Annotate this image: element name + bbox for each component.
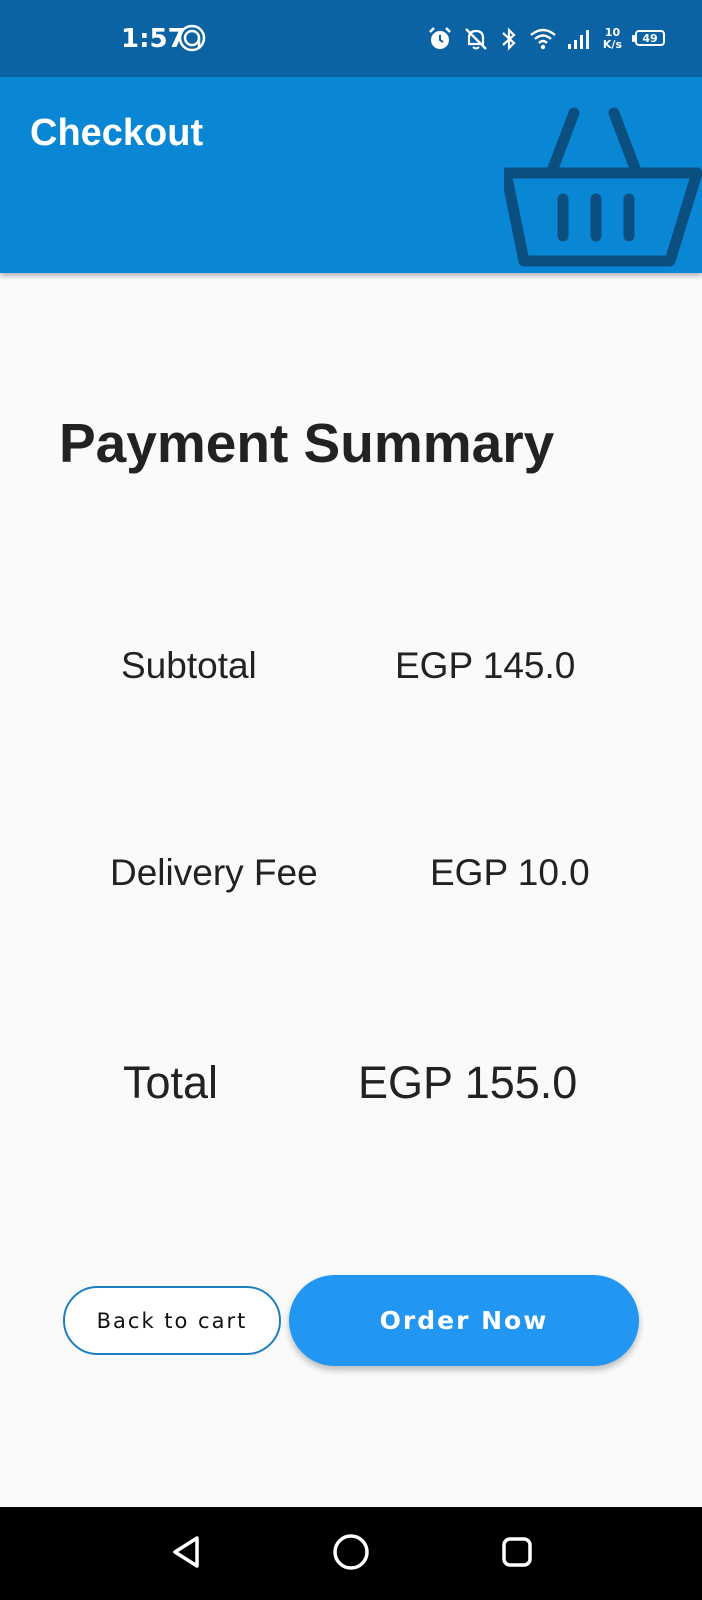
back-to-cart-button[interactable]: Back to cart <box>63 1286 281 1355</box>
battery-icon: 49 <box>632 30 668 48</box>
order-now-button[interactable]: Order Now <box>289 1275 639 1366</box>
page-title: Payment Summary <box>59 412 555 474</box>
subtotal-value: EGP 145.0 <box>395 645 576 686</box>
alarm-icon <box>427 26 453 52</box>
shopping-basket-icon <box>500 91 702 275</box>
status-icons: 10 K/s 49 <box>427 22 668 56</box>
app-bar: Checkout <box>0 77 702 273</box>
network-speed: 10 K/s <box>603 27 622 51</box>
network-speed-unit: K/s <box>602 38 622 51</box>
delivery-fee-label: Delivery Fee <box>110 852 318 893</box>
nav-home-button[interactable] <box>328 1531 374 1577</box>
status-time: 1:57 <box>121 24 186 54</box>
signal-icon <box>567 28 593 50</box>
square-recents-icon <box>500 1535 534 1573</box>
delivery-fee-value: EGP 10.0 <box>430 852 590 893</box>
circle-home-icon <box>331 1532 371 1576</box>
status-bar: 1:57 10 K/s 49 <box>0 0 702 77</box>
bluetooth-icon <box>499 26 519 52</box>
triangle-back-icon <box>169 1534 203 1574</box>
app-title: Checkout <box>30 112 204 154</box>
order-now-label: Order Now <box>379 1306 549 1335</box>
wifi-icon <box>529 27 557 51</box>
total-label: Total <box>123 1057 219 1108</box>
battery-level: 49 <box>635 30 665 46</box>
nav-recents-button[interactable] <box>494 1531 540 1577</box>
app-notification-icon <box>178 24 206 56</box>
total-value: EGP 155.0 <box>358 1057 578 1108</box>
navigation-bar <box>0 1507 702 1600</box>
muted-bell-icon <box>463 26 489 52</box>
subtotal-label: Subtotal <box>121 645 257 686</box>
back-to-cart-label: Back to cart <box>96 1308 248 1333</box>
nav-back-button[interactable] <box>163 1531 209 1577</box>
